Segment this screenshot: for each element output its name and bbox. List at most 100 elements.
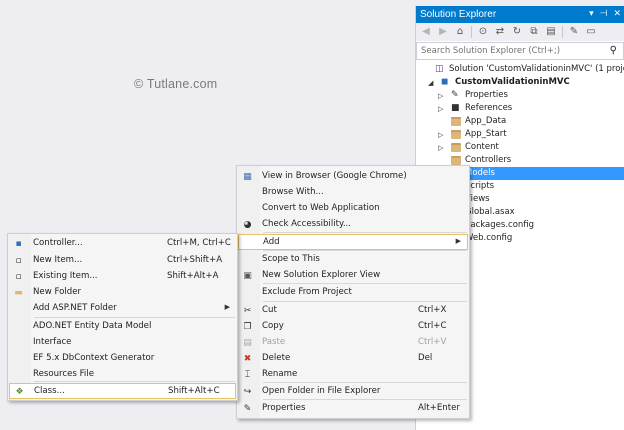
menu-item-add-asp-net-folder[interactable]: Add ASP.NET Folder ▶ <box>9 301 236 317</box>
tree-node[interactable]: ▷ App_Start <box>416 128 624 141</box>
menu-item-shortcut: Del <box>418 353 433 363</box>
menu-item-cut[interactable]: ✂ Cut Ctrl+X <box>238 303 468 319</box>
menu-item-exclude-from-project[interactable]: Exclude From Project <box>238 285 468 301</box>
panel-title: Solution Explorer <box>420 9 497 20</box>
submenu-arrow-icon: ▶ <box>455 237 461 245</box>
tree-node-label: packages.config <box>465 220 535 230</box>
refresh-icon[interactable]: ↻ <box>510 25 524 39</box>
menu-item-label: Open Folder in File Explorer <box>262 386 381 396</box>
menu-item-scope-to-this[interactable]: Scope to This <box>238 252 468 268</box>
menu-item-delete[interactable]: ✖ Delete Del <box>238 351 468 367</box>
expand-arrow-icon[interactable]: ▷ <box>438 144 443 152</box>
back-icon[interactable]: ◀ <box>419 25 433 39</box>
sync-icon[interactable]: ⇄ <box>493 25 507 39</box>
tree-node[interactable]: ◢ ◼ CustomValidationinMVC <box>416 76 624 89</box>
tree-node-label: Solution 'CustomValidationinMVC' (1 proj… <box>449 64 624 74</box>
wrench-icon: ✎ <box>243 404 252 414</box>
menu-item-properties[interactable]: ✎ Properties Alt+Enter <box>238 401 468 417</box>
menu-item-convert-to-web-application[interactable]: Convert to Web Application <box>238 201 468 217</box>
menu-item-label: Class... <box>34 386 65 396</box>
search-input[interactable]: Search Solution Explorer (Ctrl+;) ⚲ <box>416 42 624 60</box>
menu-item-controller[interactable]: ▪ Controller... Ctrl+M, Ctrl+C <box>9 236 236 252</box>
pending-changes-icon[interactable]: ⊙ <box>476 25 490 39</box>
menu-item-existing-item[interactable]: ▫ Existing Item... Shift+Alt+A <box>9 269 236 285</box>
tree-node-label: Content <box>465 142 499 152</box>
folder-icon <box>451 156 461 165</box>
menu-item-check-accessibility[interactable]: ◕ Check Accessibility... <box>238 217 468 233</box>
menu-item-label: Interface <box>33 337 72 347</box>
menu-item-label: ADO.NET Entity Data Model <box>33 321 152 331</box>
menu-item-view-in-browser-google-chrome[interactable]: ▦ View in Browser (Google Chrome) <box>238 169 468 185</box>
menu-item-paste[interactable]: ▤ Paste Ctrl+V <box>238 335 468 351</box>
menu-separator <box>34 317 235 318</box>
wrench-icon: ✎ <box>451 90 459 100</box>
paste-icon: ▤ <box>243 338 252 348</box>
menu-item-copy[interactable]: ❐ Copy Ctrl+C <box>238 319 468 335</box>
menu-item-shortcut: Ctrl+V <box>418 337 447 347</box>
tree-node[interactable]: ▷ Content <box>416 141 624 154</box>
menu-item-ado-net-entity-data-model[interactable]: ADO.NET Entity Data Model <box>9 319 236 335</box>
menu-item-label: Convert to Web Application <box>262 203 380 213</box>
preview-icon[interactable]: ▭ <box>584 25 598 39</box>
browser-icon: ▦ <box>243 172 252 182</box>
expand-arrow-icon[interactable]: ▷ <box>438 131 443 139</box>
toolbar-separator <box>471 26 472 38</box>
controller-icon: ▪ <box>15 239 22 249</box>
menu-item-new-item[interactable]: ▫ New Item... Ctrl+Shift+A <box>9 253 236 269</box>
menu-item-label: New Solution Explorer View <box>262 270 381 280</box>
menu-item-new-solution-explorer-view[interactable]: ▣ New Solution Explorer View <box>238 268 468 284</box>
menu-item-open-folder-in-file-explorer[interactable]: ↪ Open Folder in File Explorer <box>238 384 468 400</box>
menu-separator <box>263 301 467 302</box>
menu-item-label: Browse With... <box>262 187 324 197</box>
menu-item-label: Rename <box>262 369 298 379</box>
expand-arrow-icon[interactable]: ▷ <box>438 92 443 100</box>
pin-icon[interactable]: ⊣ <box>600 8 608 19</box>
tree-node[interactable]: ▷ ■ References <box>416 102 624 115</box>
expand-arrow-icon[interactable]: ▷ <box>438 105 443 113</box>
solution-icon: ◫ <box>435 64 444 74</box>
menu-separator <box>34 381 235 382</box>
menu-item-shortcut: Shift+Alt+A <box>167 271 219 281</box>
tree-node-label: CustomValidationinMVC <box>455 77 570 87</box>
menu-item-rename[interactable]: ⌶ Rename <box>238 367 468 383</box>
menu-item-label: Add ASP.NET Folder <box>33 303 117 313</box>
menu-item-class[interactable]: ❖ Class... Shift+Alt+C <box>9 383 236 399</box>
context-menu: ▦ View in Browser (Google Chrome) Browse W… <box>236 165 470 419</box>
menu-item-new-folder[interactable]: ▬ New Folder <box>9 285 236 301</box>
tree-node[interactable]: ▷ ✎ Properties <box>416 89 624 102</box>
new-folder-icon: ▬ <box>14 288 23 298</box>
menu-item-shortcut: Shift+Alt+C <box>168 386 220 396</box>
menu-separator <box>263 399 467 400</box>
close-icon[interactable]: ✕ <box>613 8 621 19</box>
menu-item-interface[interactable]: Interface <box>9 335 236 351</box>
tree-node-label: References <box>465 103 513 113</box>
cut-icon: ✂ <box>243 306 252 316</box>
show-all-files-icon[interactable]: ▤ <box>544 25 558 39</box>
menu-item-label: Copy <box>262 321 284 331</box>
forward-icon[interactable]: ▶ <box>436 25 450 39</box>
rename-icon: ⌶ <box>244 370 251 380</box>
menu-separator <box>263 250 467 251</box>
menu-item-ef-5-x-dbcontext-generator[interactable]: EF 5.x DbContext Generator <box>9 351 236 367</box>
new-view-icon: ▣ <box>243 271 252 281</box>
properties-icon[interactable]: ✎ <box>567 25 581 39</box>
folder-icon <box>451 130 461 139</box>
collapse-arrow-icon[interactable]: ◢ <box>428 79 433 87</box>
accessibility-icon: ◕ <box>243 220 252 230</box>
panel-dropdown-icon[interactable]: ▾ <box>589 8 594 19</box>
solution-explorer-toolbar: ◀ ▶ ⌂ ⊙ ⇄ ↻ ⧉ ▤ ✎ ▭ <box>416 23 624 41</box>
menu-item-label: Check Accessibility... <box>262 219 352 229</box>
existing-item-icon: ▫ <box>15 272 22 282</box>
menu-item-add[interactable]: Add ▶ <box>238 234 468 250</box>
menu-item-label: Cut <box>262 305 277 315</box>
menu-item-label: Scope to This <box>262 254 320 264</box>
folder-icon <box>451 143 461 152</box>
tree-node[interactable]: ◫ Solution 'CustomValidationinMVC' (1 pro… <box>416 63 624 76</box>
tree-node[interactable]: App_Data <box>416 115 624 128</box>
home-icon[interactable]: ⌂ <box>453 25 467 39</box>
menu-item-browse-with[interactable]: Browse With... <box>238 185 468 201</box>
collapse-all-icon[interactable]: ⧉ <box>527 25 541 39</box>
menu-separator <box>263 232 467 233</box>
search-icon[interactable]: ⚲ <box>610 45 617 56</box>
delete-icon: ✖ <box>243 354 252 364</box>
